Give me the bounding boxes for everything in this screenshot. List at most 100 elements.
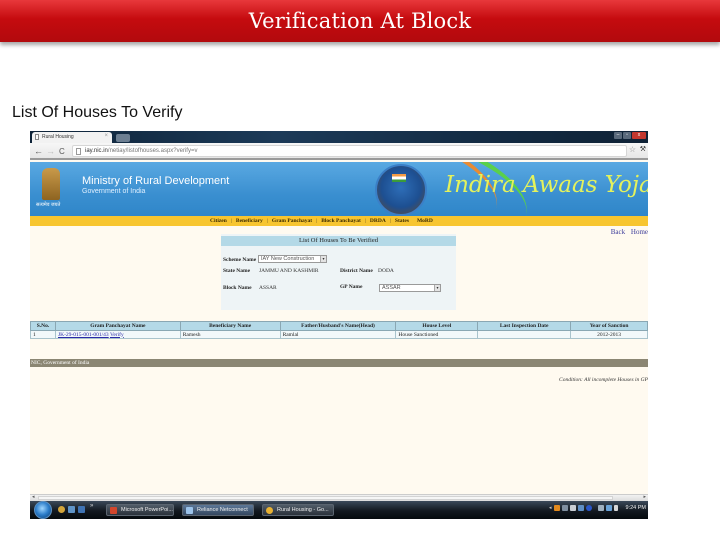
site-nav: Citizen | Beneficiary | Gram Panchayat |… — [30, 216, 648, 226]
maximize-button[interactable]: ▫ — [623, 132, 631, 139]
browser-titlebar: Rural Housing × – ▫ x — [30, 131, 648, 143]
page-icon — [76, 148, 81, 155]
volume-icon[interactable] — [613, 505, 618, 511]
minimize-button[interactable]: – — [614, 132, 622, 139]
condition-note: Condition: All incomplete Houses in GP — [559, 377, 648, 383]
bookmark-star-icon[interactable]: ☆ — [629, 145, 636, 154]
filter-panel: List Of Houses To Be Verified Scheme Nam… — [221, 234, 456, 310]
cell-father-name: Ramlal — [279, 330, 397, 339]
address-bar[interactable]: iay.nic.in/netiay/listofhouses.aspx?veri… — [72, 145, 627, 157]
close-window-button[interactable]: x — [632, 132, 646, 139]
browser-screenshot: Rural Housing × – ▫ x ← → C iay.nic.in/n… — [30, 131, 648, 519]
cell-gram-panchayat: JK-29-015-001-001/43 Verify — [54, 330, 181, 339]
column-header[interactable]: Father/Husband's Name(Head) — [279, 321, 397, 331]
scheme-name-select[interactable]: IAY New Construction ▾ — [258, 255, 327, 263]
powerpoint-icon — [110, 507, 117, 514]
state-name-label: State Name — [223, 268, 251, 274]
nav-beneficiary[interactable]: Beneficiary — [232, 218, 267, 224]
cell-year-of-sanction: 2012-2013 — [570, 330, 648, 339]
browser-tab[interactable]: Rural Housing × — [32, 132, 112, 143]
network-icon — [186, 507, 193, 514]
scroll-left-icon[interactable]: ◂ — [32, 494, 35, 500]
cell-sno: 1 — [30, 330, 56, 339]
table-header-row: S.No. Gram Panchayat Name Beneficiary Na… — [30, 321, 648, 331]
dropdown-arrow-icon: ▾ — [434, 285, 440, 291]
table-row: 1 JK-29-015-001-001/43 Verify Ramesh Ram… — [30, 330, 648, 339]
filter-panel-title: List Of Houses To Be Verified — [221, 236, 456, 246]
new-tab-button[interactable] — [116, 134, 130, 142]
slide-title-banner: Verification At Block — [0, 0, 720, 42]
column-header[interactable]: House Level — [395, 321, 479, 331]
tray-app-icon[interactable] — [553, 505, 560, 511]
tray-app-icon[interactable] — [597, 505, 604, 511]
nav-mord[interactable]: MoRD — [413, 218, 437, 224]
top-links: Back Home — [607, 228, 648, 236]
district-name-value: DODA — [378, 268, 394, 274]
verify-link[interactable]: Verify — [110, 332, 124, 338]
nav-states[interactable]: States — [391, 218, 413, 224]
scrollbar-thumb[interactable] — [38, 496, 613, 500]
wrench-menu-icon[interactable]: ⚒ — [640, 145, 646, 153]
browser-toolbar: ← → C iay.nic.in/netiay/listofhouses.asp… — [30, 143, 648, 160]
nav-citizen[interactable]: Citizen — [206, 218, 231, 224]
site-header: सत्यमेव जयते Ministry of Rural Developme… — [30, 162, 648, 216]
quicklaunch-desktop-icon[interactable] — [68, 506, 75, 513]
gp-name-value: ASSAR — [382, 285, 401, 291]
page-icon — [35, 134, 39, 140]
tray-network-icon[interactable] — [577, 505, 584, 511]
url-host: iay.nic.in — [85, 148, 108, 154]
nav-block-panchayat[interactable]: Block Panchayat — [317, 218, 365, 224]
taskbar-item-netconnect[interactable]: Reliance Netconnect — [182, 504, 254, 516]
state-name-value: JAMMU AND KASHMIR — [259, 268, 319, 274]
column-header[interactable]: Gram Panchayat Name — [54, 321, 181, 331]
iay-logo-icon — [375, 164, 427, 216]
tab-title: Rural Housing — [42, 134, 74, 140]
gp-name-select[interactable]: ASSAR ▾ — [379, 284, 441, 292]
gp-code-link[interactable]: JK-29-015-001-001/43 — [58, 332, 109, 338]
scroll-right-icon[interactable]: ▸ — [643, 494, 646, 500]
chrome-icon — [266, 507, 273, 514]
slide-title: Verification At Block — [248, 9, 472, 33]
column-header[interactable]: Last Inspection Date — [477, 321, 572, 331]
quicklaunch-more-icon[interactable]: » — [90, 503, 93, 509]
tray-app-icon[interactable] — [561, 505, 568, 511]
home-link[interactable]: Home — [631, 228, 648, 236]
task-label: Rural Housing - Go... — [277, 507, 329, 513]
tray-monitor-icon[interactable] — [605, 505, 612, 511]
tab-close-icon[interactable]: × — [104, 133, 108, 139]
slide-subtitle: List Of Houses To Verify — [12, 104, 183, 121]
tray-app-icon[interactable] — [569, 505, 576, 511]
windows-taskbar: » Microsoft PowerPoi... Reliance Netconn… — [30, 501, 648, 519]
taskbar-item-browser[interactable]: Rural Housing - Go... — [262, 504, 334, 516]
system-tray: ◂ 9:24 PM — [549, 505, 646, 511]
column-header[interactable]: Beneficiary Name — [179, 321, 281, 331]
reload-icon[interactable]: C — [59, 147, 65, 156]
show-hidden-icons[interactable]: ◂ — [549, 505, 552, 511]
taskbar-item-powerpoint[interactable]: Microsoft PowerPoi... — [106, 504, 174, 516]
quicklaunch-switch-icon[interactable] — [78, 506, 85, 513]
forward-arrow-icon[interactable]: → — [46, 146, 55, 156]
clock[interactable]: 9:24 PM — [626, 505, 646, 511]
column-header[interactable]: Year of Sanction — [570, 321, 648, 331]
window-controls: – ▫ x — [614, 132, 646, 139]
back-arrow-icon[interactable]: ← — [34, 146, 43, 156]
nav-drda[interactable]: DRDA — [366, 218, 390, 224]
start-button[interactable] — [34, 501, 52, 519]
site-footer: NIC, Government of India — [30, 359, 648, 367]
scheme-title: Indira Awaas Yojana — [445, 172, 648, 198]
scheme-name-value: IAY New Construction — [261, 256, 315, 262]
quicklaunch-browser-icon[interactable] — [58, 506, 65, 513]
back-link[interactable]: Back — [611, 228, 625, 236]
nav-gram-panchayat[interactable]: Gram Panchayat — [268, 218, 316, 224]
column-header[interactable]: S.No. — [30, 321, 56, 331]
task-label: Reliance Netconnect — [197, 507, 248, 513]
gp-name-label: GP Name — [340, 284, 363, 290]
flag-icon — [392, 174, 406, 182]
district-name-label: District Name — [340, 268, 373, 274]
scheme-name-label: Scheme Name — [223, 257, 257, 263]
horizontal-scrollbar[interactable]: ◂ ▸ — [30, 494, 648, 501]
cell-last-inspection — [477, 330, 572, 339]
block-name-value: ASSAR — [259, 285, 277, 291]
houses-table: S.No. Gram Panchayat Name Beneficiary Na… — [30, 321, 648, 339]
tray-bluetooth-icon[interactable] — [585, 505, 592, 511]
